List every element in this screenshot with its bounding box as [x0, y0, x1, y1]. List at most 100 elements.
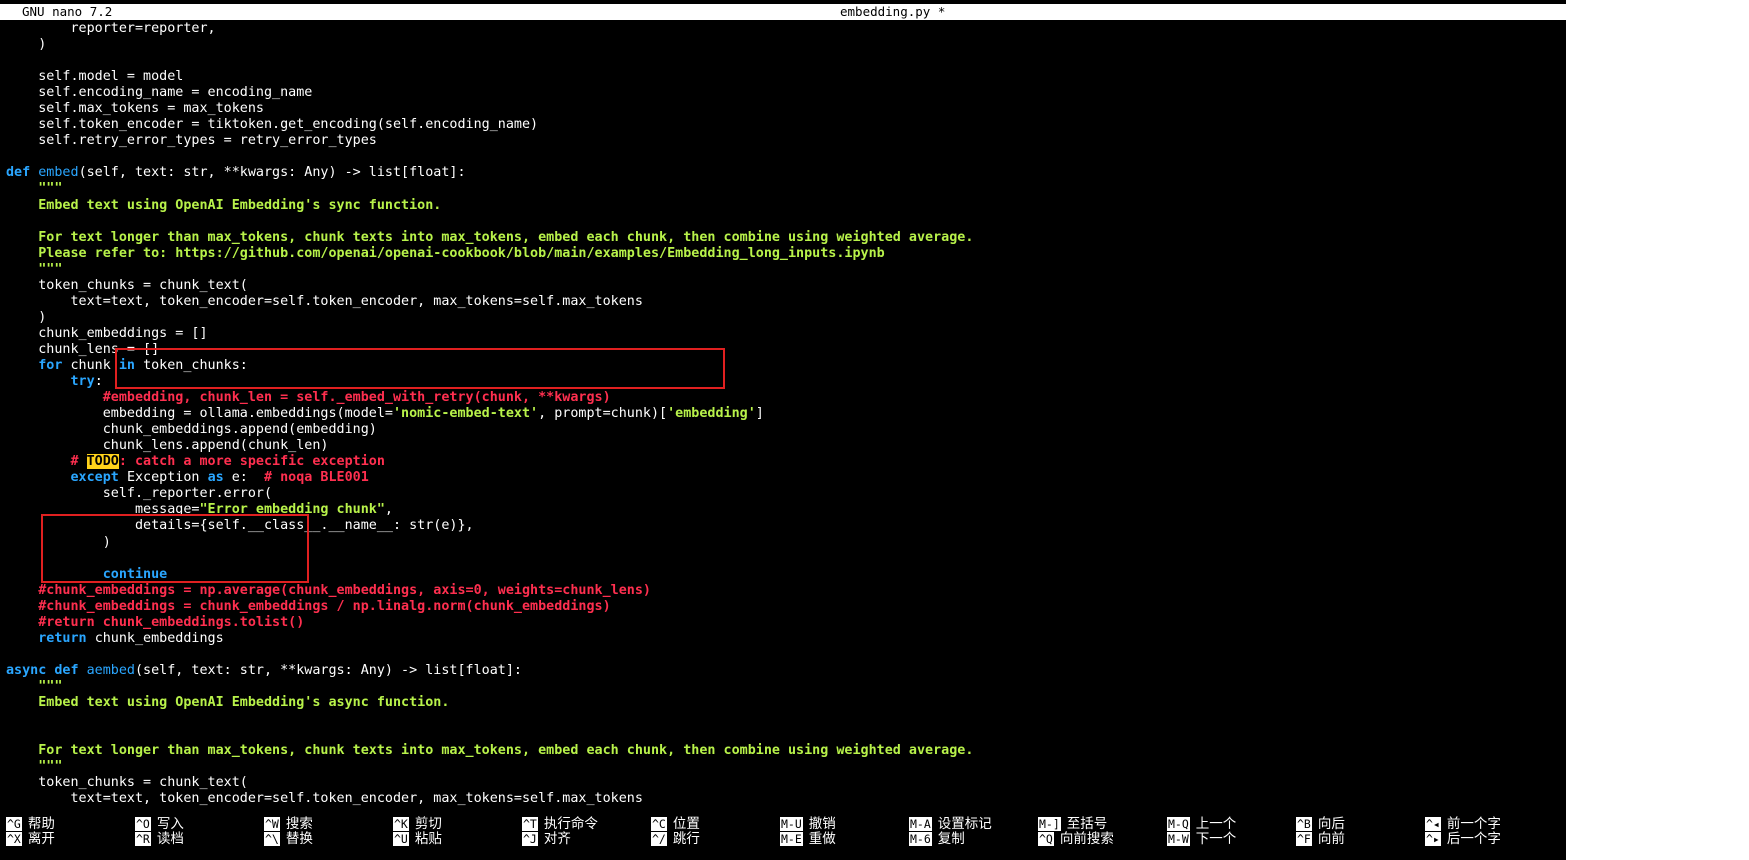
code-token: in — [118, 357, 144, 373]
shortcut-key: ^F — [1296, 832, 1312, 846]
editor-name: GNU nano 7.2 — [22, 4, 113, 19]
code-token: embed — [38, 165, 79, 181]
code-line: #embedding, chunk_len = self._embed_with… — [6, 390, 1562, 406]
shortcut-key: ^G — [6, 817, 22, 831]
code-token: ) — [6, 309, 47, 325]
code-token: self.encoding_name = encoding_name — [6, 85, 313, 101]
code-line: self.max_tokens = max_tokens — [6, 101, 1562, 117]
code-token: : catch a more specific exception — [118, 454, 385, 470]
shortcut-item[interactable]: ^Q 向前搜索 — [1038, 830, 1114, 848]
code-token: TODO — [86, 454, 119, 470]
code-line: ) — [6, 535, 1562, 551]
terminal-window: GNU nano 7.2 embedding.py * reporter=rep… — [0, 0, 1566, 860]
code-token: Embed text using OpenAI Embedding's asyn… — [6, 694, 450, 710]
shortcut-item[interactable]: ^R 读档 — [135, 830, 184, 848]
code-token: def — [6, 165, 39, 181]
code-line: """ — [6, 262, 1562, 278]
code-line: token_chunks = chunk_text( — [6, 775, 1562, 791]
code-token: token_chunks: — [143, 357, 248, 373]
code-token: try — [6, 374, 95, 390]
shortcut-item[interactable]: ^X 离开 — [6, 830, 55, 848]
code-token: embedding = ollama.embeddings(model= — [6, 406, 393, 422]
code-editor[interactable]: reporter=reporter, ) self.model = model … — [6, 21, 1562, 807]
file-name: embedding.py * — [840, 4, 946, 19]
code-line: text=text, token_encoder=self.token_enco… — [6, 791, 1562, 807]
code-line: ) — [6, 310, 1562, 326]
shortcut-key: M-6 — [909, 832, 932, 846]
code-line: For text longer than max_tokens, chunk t… — [6, 743, 1562, 759]
shortcut-label: 下一个 — [1195, 831, 1237, 847]
shortcut-item[interactable]: ^F 向前 — [1296, 830, 1345, 848]
shortcut-item[interactable]: ^\ 替换 — [264, 830, 313, 848]
code-token: for — [6, 357, 71, 373]
shortcut-key: M-U — [780, 817, 803, 831]
code-token: """ — [6, 678, 63, 694]
code-line: chunk_lens = [] — [6, 342, 1562, 358]
code-line: def embed(self, text: str, **kwargs: Any… — [6, 165, 1562, 181]
code-line: """ — [6, 181, 1562, 197]
shortcut-item[interactable]: ^J 对齐 — [522, 830, 571, 848]
code-token: """ — [6, 759, 63, 775]
shortcut-label: 跳行 — [672, 831, 700, 847]
code-token: , — [384, 502, 393, 518]
code-token: chunk_embeddings = [] — [6, 325, 208, 341]
code-line: chunk_embeddings = [] — [6, 326, 1562, 342]
shortcut-item[interactable]: ^/ 跳行 — [651, 830, 700, 848]
code-line: token_chunks = chunk_text( — [6, 278, 1562, 294]
shortcut-key: ^O — [135, 817, 151, 831]
code-token: Embed text using OpenAI Embedding's sync… — [6, 197, 442, 213]
code-line: For text longer than max_tokens, chunk t… — [6, 230, 1562, 246]
code-token: except — [6, 470, 127, 486]
code-line: #return chunk_embeddings.tolist() — [6, 615, 1562, 631]
shortcut-label: 后一个字 — [1446, 831, 1501, 847]
nano-title-bar: GNU nano 7.2 embedding.py * — [0, 4, 1566, 20]
shortcut-item[interactable]: M-W 下一个 — [1167, 830, 1236, 848]
code-token: # — [6, 454, 87, 470]
code-line: #chunk_embeddings = np.average(chunk_emb… — [6, 583, 1562, 599]
code-token: ) — [6, 534, 111, 550]
code-line: """ — [6, 679, 1562, 695]
shortcut-item[interactable]: ^U 粘贴 — [393, 830, 442, 848]
shortcut-item[interactable]: M-6 复制 — [909, 830, 965, 848]
shortcut-key: ^T — [522, 817, 538, 831]
code-token: #chunk_embeddings = np.average(chunk_emb… — [6, 582, 651, 598]
shortcut-label: 读档 — [156, 831, 184, 847]
code-line: #chunk_embeddings = chunk_embeddings / n… — [6, 599, 1562, 615]
shortcut-key: ^X — [6, 832, 22, 846]
shortcut-key: M-E — [780, 832, 803, 846]
code-token: chunk — [70, 357, 119, 373]
shortcut-label: 替换 — [285, 831, 313, 847]
code-token: continue — [6, 566, 168, 582]
code-token: ] — [755, 406, 764, 422]
code-token: e: — [231, 470, 264, 486]
code-token: For text longer than max_tokens, chunk t… — [6, 743, 974, 759]
shortcut-label: 粘贴 — [414, 831, 442, 847]
shortcut-item[interactable]: ^▸ 后一个字 — [1425, 830, 1501, 848]
code-line: async def aembed(self, text: str, **kwar… — [6, 663, 1562, 679]
code-line: self.model = model — [6, 69, 1562, 85]
code-line: reporter=reporter, — [6, 21, 1562, 37]
shortcut-key: M-A — [909, 817, 932, 831]
shortcut-key: ^U — [393, 832, 409, 846]
code-line: self.token_encoder = tiktoken.get_encodi… — [6, 117, 1562, 133]
code-line: self.encoding_name = encoding_name — [6, 85, 1562, 101]
code-token: # noqa BLE001 — [264, 470, 369, 486]
code-line: self._reporter.error( — [6, 486, 1562, 502]
code-token: async def — [6, 662, 87, 678]
shortcut-label: 对齐 — [543, 831, 571, 847]
code-token: Please refer to: https://github.com/open… — [6, 245, 885, 261]
code-token: details={self.__class__.__name__: str(e)… — [6, 518, 474, 534]
shortcut-item[interactable]: M-E 重做 — [780, 830, 836, 848]
code-token: text=text, token_encoder=self.token_enco… — [6, 791, 643, 807]
code-token: (self, text: str, **kwargs: Any) -> list… — [78, 165, 466, 181]
code-token: reporter=reporter, — [6, 21, 216, 36]
shortcut-label: 重做 — [808, 831, 836, 847]
shortcut-bar: ^G 帮助 ^X 离开 ^O 写入 ^R 读档 ^W 搜索 ^\ 替换 ^K 剪切 ^U 粘贴 ^T 执行命令 ^J… — [0, 816, 1566, 860]
shortcut-key: ^J — [522, 832, 538, 846]
